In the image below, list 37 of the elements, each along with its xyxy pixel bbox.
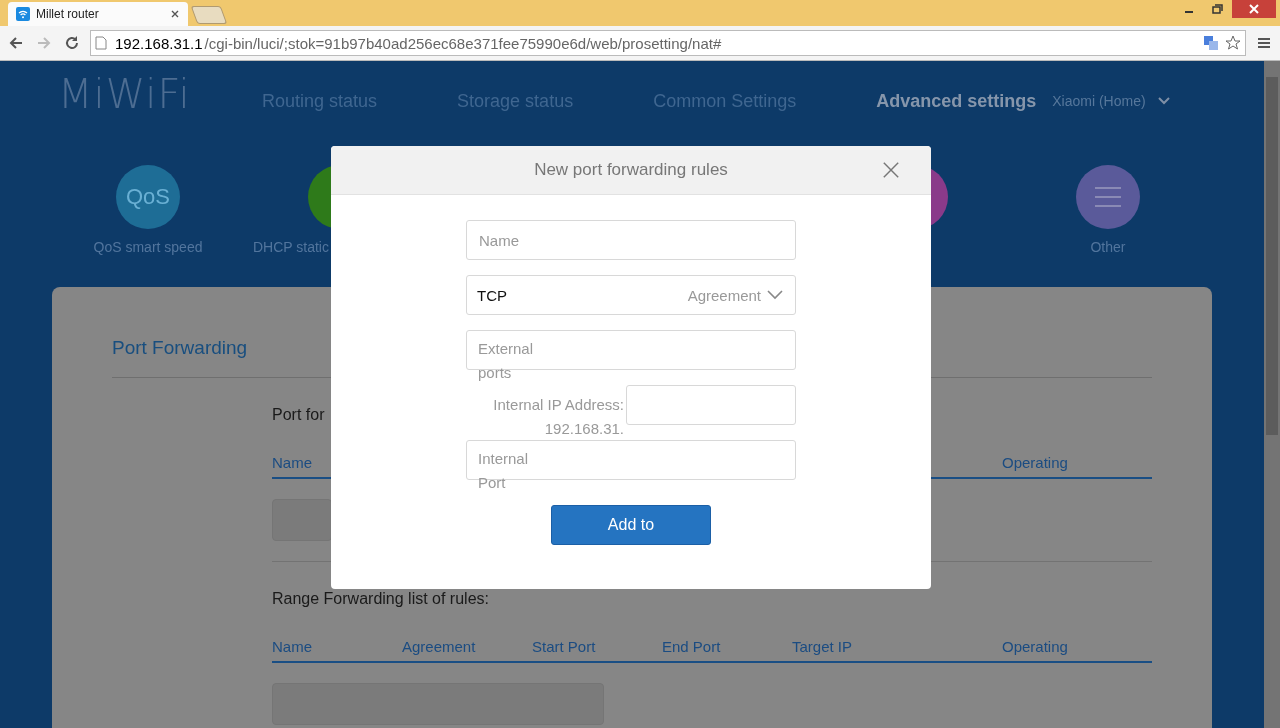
- star-icon[interactable]: [1225, 35, 1241, 51]
- translate-icon[interactable]: [1203, 35, 1219, 51]
- column-header: Target IP: [792, 638, 854, 655]
- scrollbar-thumb[interactable]: [1266, 77, 1278, 435]
- nav-link[interactable]: Advanced settings: [876, 90, 1037, 112]
- section-heading: Range Forwarding list of rules:: [272, 590, 490, 608]
- section-heading: Port for: [272, 406, 326, 424]
- close-icon[interactable]: [882, 161, 900, 179]
- tool-label: QoS smart speed: [93, 239, 203, 255]
- tool-icon[interactable]: QoS: [116, 165, 180, 229]
- account-menu[interactable]: Xiaomi (Home): [1052, 93, 1170, 109]
- close-icon[interactable]: [170, 9, 180, 19]
- chevron-down-icon[interactable]: [767, 290, 783, 300]
- logo: MiWiFi: [58, 71, 192, 117]
- tool-label: Other: [1090, 239, 1126, 255]
- chevron-down-icon[interactable]: [1157, 97, 1170, 105]
- protocol-dropdown[interactable]: TCP Agreement: [466, 275, 796, 315]
- new-tab-button[interactable]: [190, 6, 228, 24]
- ip-label: Internal IP Address: 192.168.31.: [492, 395, 624, 439]
- column-header: Start Port: [532, 638, 597, 655]
- column-header: Operating: [1002, 638, 1069, 655]
- name-field[interactable]: Name: [466, 220, 796, 260]
- close-icon[interactable]: [1232, 0, 1276, 18]
- column-header: Agreement: [402, 638, 477, 655]
- ip-field[interactable]: [626, 385, 796, 425]
- browser-tab[interactable]: Millet router: [8, 2, 188, 26]
- column-header: Operating: [1002, 454, 1069, 471]
- column-header: Name: [272, 454, 313, 471]
- column-header: Name: [272, 638, 313, 655]
- add-button[interactable]: Add to: [551, 505, 711, 545]
- address-bar[interactable]: 192.168.31.1/cgi-bin/luci/;stok=91b97b40ad256ec68e371fee75990e6d/web/prosetting/nat#: [90, 30, 1246, 56]
- wifi-icon: [16, 7, 30, 21]
- tool-label: DHCP static: [253, 239, 329, 255]
- page-icon: [95, 36, 107, 50]
- column-header: End Port: [662, 638, 722, 655]
- empty-row: [272, 499, 332, 541]
- dialog-title: New port forwarding rules: [534, 160, 728, 180]
